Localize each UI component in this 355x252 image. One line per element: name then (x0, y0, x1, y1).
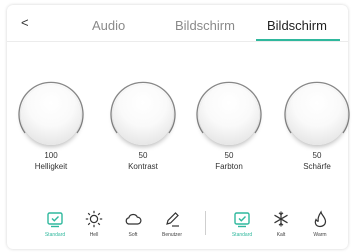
mode-label: Hell (89, 232, 99, 238)
toolbar-divider (205, 211, 206, 235)
knob-farbton[interactable] (193, 79, 265, 151)
knob-value: 100 (44, 151, 58, 160)
knob-value: 50 (138, 151, 148, 160)
picture-mode-hell-button[interactable]: Hell (74, 205, 114, 245)
sun-icon (85, 210, 103, 228)
knob-kontrast[interactable] (107, 79, 179, 151)
snowflake-icon (274, 211, 288, 227)
standard-icon (234, 212, 250, 228)
mode-label: Kalt (276, 232, 286, 238)
knob-value: 50 (312, 151, 322, 160)
tab-bildschirm-2[interactable]: Bildschirm (267, 18, 327, 33)
knob-label: Kontrast (128, 162, 158, 171)
standard-icon (47, 212, 63, 228)
knob-dial (21, 85, 81, 145)
mode-label: Standard (44, 232, 66, 238)
picture-mode-standard-button[interactable]: Standard (35, 205, 75, 245)
knob-dial (287, 85, 347, 145)
active-tab-indicator (256, 39, 340, 41)
knob-dial (113, 85, 173, 145)
knob-label: Farbton (215, 162, 243, 171)
mode-label: Benutzer (161, 232, 182, 238)
color-mode-warm-button[interactable]: Warm (300, 205, 340, 245)
picture-mode-benutzer-button[interactable]: Benutzer (152, 205, 192, 245)
mode-toolbar: Standard Hell Soft Benutzer Standard Kal… (7, 205, 348, 245)
knob-dial (199, 85, 259, 145)
knob-helligkeit[interactable] (15, 79, 87, 151)
color-mode-kalt-button[interactable]: Kalt (261, 205, 301, 245)
color-mode-standard-button[interactable]: Standard (222, 205, 262, 245)
flame-icon (314, 210, 327, 228)
tab-bar: < Audio Bildschirm Bildschirm (7, 5, 348, 42)
knob-value: 50 (224, 151, 234, 160)
cloud-icon (125, 213, 142, 225)
mode-label: Warm (313, 232, 327, 238)
knob-schaerfe[interactable] (281, 79, 353, 151)
display-settings-panel: < Audio Bildschirm Bildschirm 100 Hellig… (7, 5, 350, 249)
mode-label: Standard (231, 232, 253, 238)
mode-label: Soft (128, 232, 138, 238)
tab-bildschirm-1[interactable]: Bildschirm (175, 18, 235, 33)
pencil-icon (166, 212, 179, 227)
tab-audio[interactable]: Audio (92, 18, 125, 33)
knob-label: Helligkeit (34, 162, 68, 171)
back-button[interactable]: < (21, 15, 29, 30)
knob-label: Schärfe (303, 162, 331, 171)
picture-mode-soft-button[interactable]: Soft (113, 205, 153, 245)
